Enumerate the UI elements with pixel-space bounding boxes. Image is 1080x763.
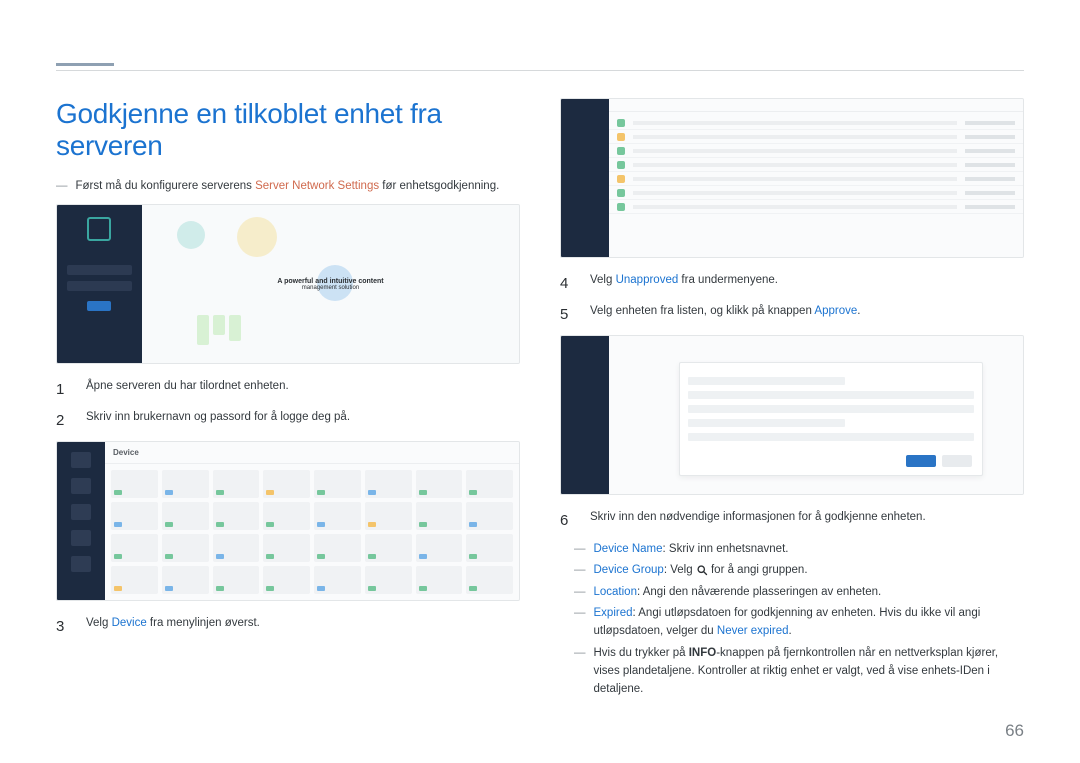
sublist-label: Device Name [594, 543, 663, 555]
manual-page: Godkjenne en tilkoblet enhet fra servere… [0, 0, 1080, 763]
step-number: 6 [560, 509, 574, 532]
right-column: 4 Velg Unapproved fra undermenyene. 5 Ve… [560, 98, 1024, 702]
step-number: 4 [560, 272, 574, 295]
header-accent-bar [56, 63, 114, 66]
dash-bullet: ― [574, 540, 586, 558]
section-title: Godkjenne en tilkoblet enhet fra servere… [56, 98, 520, 162]
step-number: 2 [56, 409, 70, 432]
dash-bullet: ― [574, 583, 586, 601]
page-number: 66 [1005, 721, 1024, 741]
left-column: Godkjenne en tilkoblet enhet fra servere… [56, 98, 520, 702]
sublist-info-note: ― Hvis du trykker på INFO-knappen på fje… [574, 644, 1024, 699]
dash-bullet: ― [574, 644, 586, 699]
sublist-label: Device Group [594, 564, 664, 576]
step-link: Unapproved [616, 274, 679, 286]
dash-bullet: ― [574, 561, 586, 579]
step-5: 5 Velg enheten fra listen, og klikk på k… [560, 303, 1024, 326]
ss-grid-title: Device [113, 448, 139, 457]
sublist-device-group: ― Device Group: Velg for å angi gruppen. [574, 561, 1024, 579]
step-text: Skriv inn den nødvendige informasjonen f… [590, 509, 1024, 527]
step-link: Approve [814, 305, 857, 317]
intro-post: før enhetsgodkjenning. [379, 180, 499, 192]
sublist-label: Expired [594, 607, 633, 619]
sublist-link: Never expired [717, 625, 789, 637]
intro-link: Server Network Settings [255, 180, 379, 192]
ss-login-sub: management solution [277, 285, 383, 291]
step-text: Skriv inn brukernavn og passord for å lo… [86, 409, 520, 427]
step-post: fra undermenyene. [678, 274, 778, 286]
step-text: Velg Unapproved fra undermenyene. [590, 272, 1024, 290]
step-text: Velg enheten fra listen, og klikk på kna… [590, 303, 1024, 321]
intro-pre: Først må du konfigurere serverens [76, 180, 256, 192]
step-link: Device [112, 617, 147, 629]
step-text: Velg Device fra menylinjen øverst. [86, 615, 520, 633]
sublist-pre: Hvis du trykker på [594, 647, 689, 659]
step-number: 5 [560, 303, 574, 326]
dash-bullet: ― [56, 180, 68, 192]
sublist-location: ― Location: Angi den nåværende plasserin… [574, 583, 1024, 601]
step-pre: Velg [590, 274, 616, 286]
sublist-text: : Skriv inn enhetsnavnet. [663, 543, 789, 555]
sublist-post: . [788, 625, 791, 637]
screenshot-device-grid: Device [56, 441, 520, 601]
step-pre: Velg [86, 617, 112, 629]
sublist-label: Location [594, 586, 637, 598]
step-number: 3 [56, 615, 70, 638]
step-6: 6 Skriv inn den nødvendige informasjonen… [560, 509, 1024, 532]
step-text: Åpne serveren du har tilordnet enheten. [86, 378, 520, 396]
step-post: . [857, 305, 860, 317]
intro-note: ― Først må du konfigurere serverens Serv… [56, 180, 520, 192]
sublist-pre: : Velg [664, 564, 696, 576]
content-columns: Godkjenne en tilkoblet enhet fra servere… [56, 98, 1024, 702]
sublist-device-name: ― Device Name: Skriv inn enhetsnavnet. [574, 540, 1024, 558]
intro-text: Først må du konfigurere serverens Server… [76, 180, 500, 192]
sublist-expired: ― Expired: Angi utløpsdatoen for godkjen… [574, 604, 1024, 641]
step-pre: Velg enheten fra listen, og klikk på kna… [590, 305, 814, 317]
step-post: fra menylinjen øverst. [147, 617, 260, 629]
step-6-sublist: ― Device Name: Skriv inn enhetsnavnet. ―… [560, 540, 1024, 699]
step-number: 1 [56, 378, 70, 401]
sublist-bold: INFO [689, 647, 716, 659]
step-2: 2 Skriv inn brukernavn og passord for å … [56, 409, 520, 432]
step-3: 3 Velg Device fra menylinjen øverst. [56, 615, 520, 638]
screenshot-approve-modal [560, 335, 1024, 495]
dash-bullet: ― [574, 604, 586, 641]
step-4: 4 Velg Unapproved fra undermenyene. [560, 272, 1024, 295]
sublist-post: for å angi gruppen. [708, 564, 808, 576]
magnifier-icon [696, 564, 708, 576]
header-rule [56, 70, 1024, 71]
step-1: 1 Åpne serveren du har tilordnet enheten… [56, 378, 520, 401]
screenshot-unapproved-list [560, 98, 1024, 258]
screenshot-login: A powerful and intuitive content managem… [56, 204, 520, 364]
ss-login-headline: A powerful and intuitive content [277, 278, 383, 285]
sublist-text: : Angi den nåværende plasseringen av enh… [637, 586, 881, 598]
